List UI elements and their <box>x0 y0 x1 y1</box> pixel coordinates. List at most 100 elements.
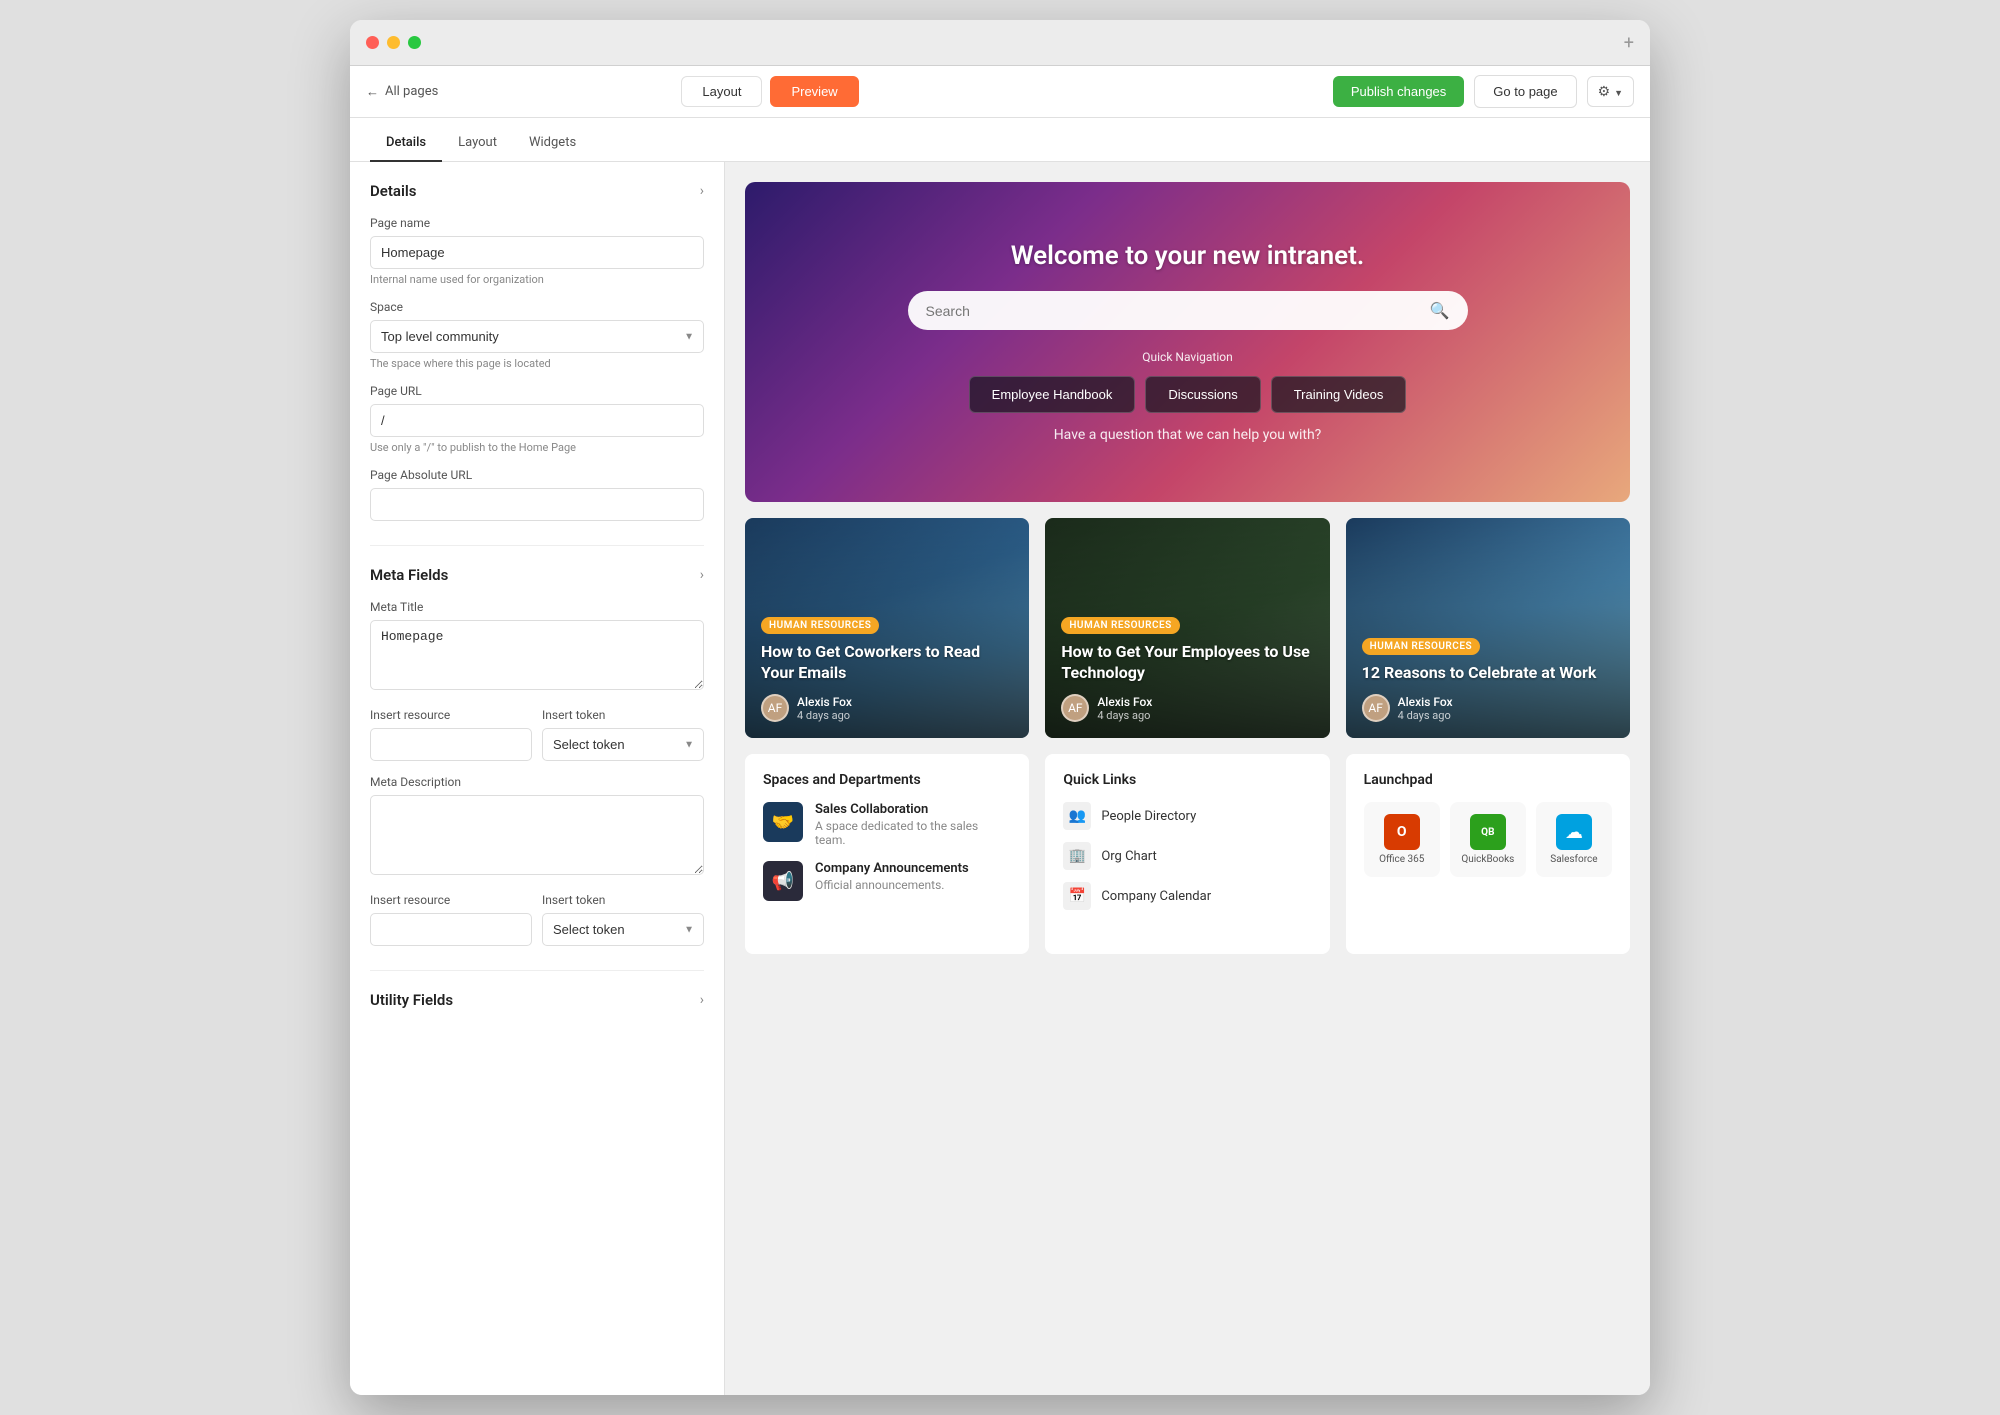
meta-expand-icon[interactable]: › <box>700 567 704 583</box>
details-title: Details <box>370 182 416 200</box>
author-avatar-1: AF <box>1061 694 1089 722</box>
insert-resource-group-2: Insert resource <box>370 893 532 946</box>
article-card-1[interactable]: Human Resources How to Get Your Employee… <box>1045 518 1329 738</box>
view-toggle: Layout Preview <box>681 76 858 107</box>
token-select-wrapper-1: Select token ▼ <box>542 728 704 761</box>
article-card-2[interactable]: Human Resources 12 Reasons to Celebrate … <box>1346 518 1630 738</box>
space-hint: The space where this page is located <box>370 357 704 370</box>
quick-nav-btn-2[interactable]: Training Videos <box>1271 376 1407 413</box>
page-url-input[interactable] <box>370 404 704 437</box>
page-absolute-url-label: Page Absolute URL <box>370 468 704 482</box>
space-name-0: Sales Collaboration <box>815 802 1011 817</box>
launchpad-card: Launchpad O Office 365 QB QuickBooks ☁ S <box>1346 754 1630 954</box>
token-select-1[interactable]: Select token <box>542 728 704 761</box>
article-overlay-1: Human Resources How to Get Your Employee… <box>1045 518 1329 738</box>
quick-link-icon-1: 🏢 <box>1063 842 1091 870</box>
meta-description-label: Meta Description <box>370 775 704 789</box>
maximize-button[interactable] <box>408 36 421 49</box>
insert-resource-input-1[interactable] <box>370 728 532 761</box>
bottom-grid: Spaces and Departments 🤝 Sales Collabora… <box>745 754 1630 954</box>
space-item-0[interactable]: 🤝 Sales Collaboration A space dedicated … <box>763 802 1011 847</box>
utility-expand-icon[interactable]: › <box>700 992 704 1008</box>
details-expand-icon[interactable]: › <box>700 183 704 199</box>
utility-title: Utility Fields <box>370 991 453 1009</box>
quick-link-label-2: Company Calendar <box>1101 889 1211 904</box>
layout-button[interactable]: Layout <box>681 76 762 107</box>
meta-section-header: Meta Fields › <box>370 566 704 584</box>
back-link[interactable]: ← All pages <box>366 84 438 100</box>
page-url-label: Page URL <box>370 384 704 398</box>
quick-link-icon-0: 👥 <box>1063 802 1091 830</box>
meta-title-textarea[interactable] <box>370 620 704 690</box>
hero-search-input[interactable] <box>926 303 1430 319</box>
expand-icon[interactable]: + <box>1624 32 1634 53</box>
hero-question: Have a question that we can help you wit… <box>1054 427 1322 443</box>
article-overlay-2: Human Resources 12 Reasons to Celebrate … <box>1346 518 1630 738</box>
sidebar: Details › Page name Internal name used f… <box>350 162 725 1395</box>
quick-link-2[interactable]: 📅 Company Calendar <box>1063 882 1311 910</box>
preview-button[interactable]: Preview <box>770 76 858 107</box>
hero-overlay: Welcome to your new intranet. 🔍 Quick Na… <box>745 182 1630 502</box>
hero-search-bar[interactable]: 🔍 <box>908 291 1468 330</box>
space-info-0: Sales Collaboration A space dedicated to… <box>815 802 1011 847</box>
space-group: Space Top level community ▼ The space wh… <box>370 300 704 370</box>
article-author-0: AF Alexis Fox 4 days ago <box>761 694 1013 722</box>
token-select-wrapper-2: Select token ▼ <box>542 913 704 946</box>
insert-token-label-1: Insert token <box>542 708 704 722</box>
quick-link-1[interactable]: 🏢 Org Chart <box>1063 842 1311 870</box>
article-title-2: 12 Reasons to Celebrate at Work <box>1362 663 1614 684</box>
title-bar: + <box>350 20 1650 66</box>
author-name-0: Alexis Fox <box>797 695 852 709</box>
page-url-group: Page URL Use only a "/" to publish to th… <box>370 384 704 454</box>
close-button[interactable] <box>366 36 379 49</box>
goto-button[interactable]: Go to page <box>1474 75 1576 108</box>
utility-section: Utility Fields › <box>370 991 704 1009</box>
author-info-2: Alexis Fox 4 days ago <box>1398 695 1453 722</box>
quick-nav-btn-0[interactable]: Employee Handbook <box>969 376 1136 413</box>
space-name-1: Company Announcements <box>815 861 1011 876</box>
launchpad-item-0[interactable]: O Office 365 <box>1364 802 1440 877</box>
article-author-1: AF Alexis Fox 4 days ago <box>1061 694 1313 722</box>
space-info-1: Company Announcements Official announcem… <box>815 861 1011 892</box>
space-desc-0: A space dedicated to the sales team. <box>815 819 1011 847</box>
space-item-1[interactable]: 📢 Company Announcements Official announc… <box>763 861 1011 901</box>
meta-insert-row-1: Insert resource Insert token Select toke… <box>370 708 704 761</box>
page-name-input[interactable] <box>370 236 704 269</box>
launchpad-item-2[interactable]: ☁ Salesforce <box>1536 802 1612 877</box>
back-link-label: All pages <box>385 84 438 99</box>
quick-nav-buttons: Employee Handbook Discussions Training V… <box>969 376 1407 413</box>
meta-description-group: Meta Description <box>370 775 704 879</box>
meta-description-textarea[interactable] <box>370 795 704 875</box>
settings-button[interactable]: ⚙ ▼ <box>1587 76 1634 107</box>
article-title-0: How to Get Coworkers to Read Your Emails <box>761 642 1013 684</box>
quickbooks-logo: QB <box>1470 814 1506 850</box>
insert-token-group-1: Insert token Select token ▼ <box>542 708 704 761</box>
quick-nav-btn-1[interactable]: Discussions <box>1145 376 1260 413</box>
minimize-button[interactable] <box>387 36 400 49</box>
space-select[interactable]: Top level community <box>370 320 704 353</box>
meta-title: Meta Fields <box>370 566 448 584</box>
author-avatar-0: AF <box>761 694 789 722</box>
meta-title-group: Meta Title <box>370 600 704 694</box>
space-select-wrapper: Top level community ▼ <box>370 320 704 353</box>
quick-link-0[interactable]: 👥 People Directory <box>1063 802 1311 830</box>
quick-links-title: Quick Links <box>1063 772 1311 788</box>
tab-widgets[interactable]: Widgets <box>513 125 592 162</box>
token-select-2[interactable]: Select token <box>542 913 704 946</box>
publish-button[interactable]: Publish changes <box>1333 76 1464 107</box>
article-tag-0: Human Resources <box>761 617 879 634</box>
page-absolute-url-input[interactable] <box>370 488 704 521</box>
tab-details[interactable]: Details <box>370 125 442 162</box>
tab-layout[interactable]: Layout <box>442 125 513 162</box>
hero-banner: Welcome to your new intranet. 🔍 Quick Na… <box>745 182 1630 502</box>
article-card-0[interactable]: Human Resources How to Get Coworkers to … <box>745 518 1029 738</box>
meta-insert-row-2: Insert resource Insert token Select toke… <box>370 893 704 946</box>
author-avatar-2: AF <box>1362 694 1390 722</box>
article-overlay-0: Human Resources How to Get Coworkers to … <box>745 518 1029 738</box>
space-icon-0: 🤝 <box>763 802 803 842</box>
insert-resource-input-2[interactable] <box>370 913 532 946</box>
launchpad-item-1[interactable]: QB QuickBooks <box>1450 802 1526 877</box>
spaces-card: Spaces and Departments 🤝 Sales Collabora… <box>745 754 1029 954</box>
author-info-1: Alexis Fox 4 days ago <box>1097 695 1152 722</box>
launchpad-label-1: QuickBooks <box>1461 854 1514 865</box>
